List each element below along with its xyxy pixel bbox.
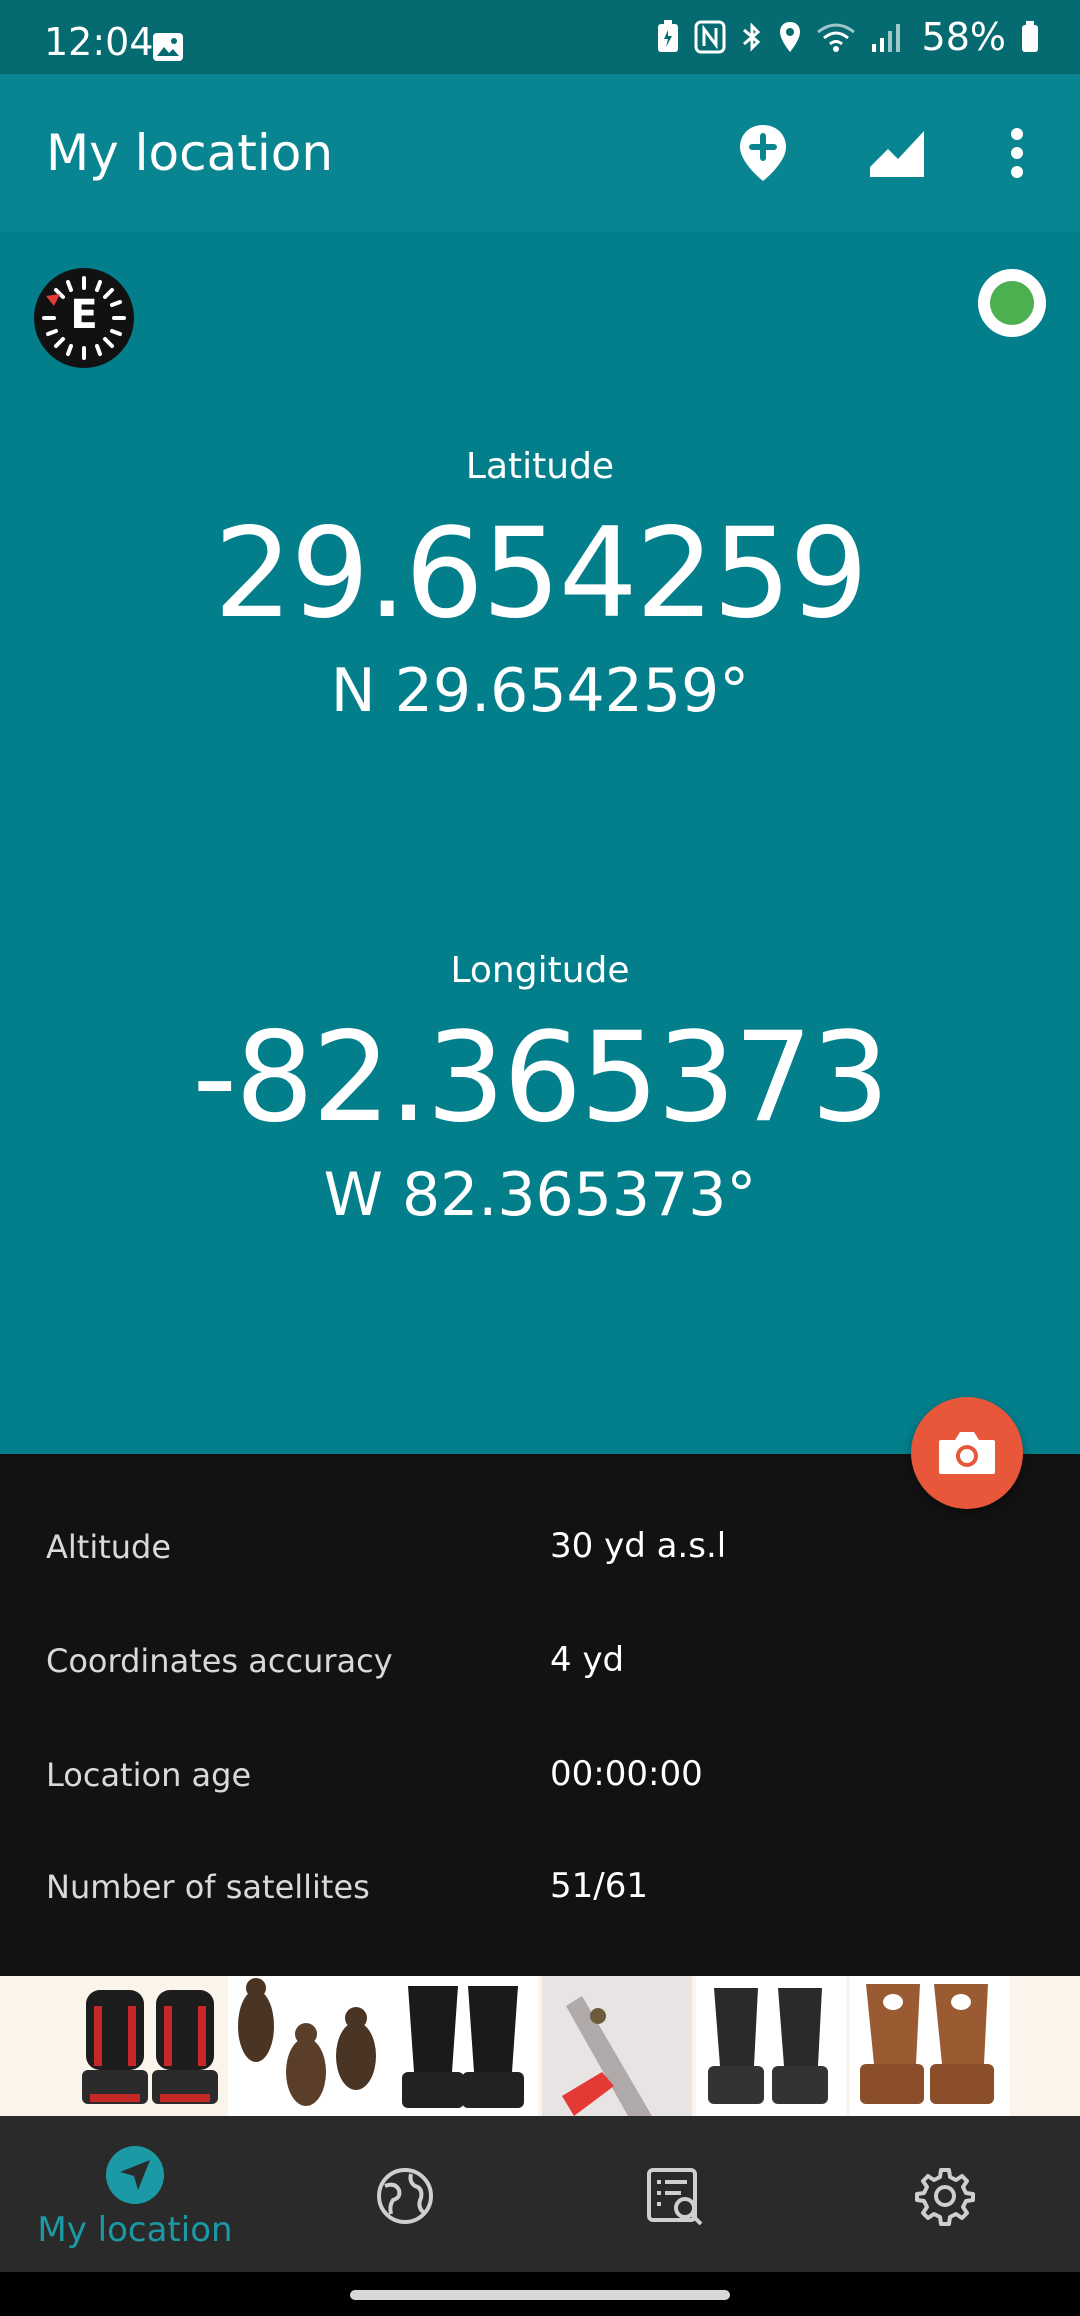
longitude-dms: W 82.365373°: [323, 1160, 757, 1230]
gps-status-dot: [990, 281, 1034, 325]
coordinates-panel: E Latitude 29.654259 N 29.654259° Longit…: [0, 232, 1080, 1454]
wifi-icon: [816, 23, 855, 52]
satellites-value: 51/61: [550, 1866, 648, 1906]
nfc-icon: [694, 20, 726, 54]
globe-icon: [377, 2168, 433, 2224]
list-search-icon: [647, 2168, 703, 2226]
nav-item-my-location[interactable]: My location: [20, 2116, 250, 2272]
ad-image-seats-pair[interactable]: [696, 1976, 846, 2116]
add-location-button[interactable]: [718, 108, 808, 198]
ad-image-black-seats[interactable]: [388, 1976, 538, 2116]
location-age-value: 00:00:00: [550, 1754, 703, 1794]
nav-item-saved-locations[interactable]: [600, 2116, 750, 2272]
nav-label-my-location: My location: [37, 2210, 233, 2250]
accuracy-value: 4 yd: [550, 1640, 625, 1680]
longitude-value[interactable]: -82.365373: [0, 1006, 1080, 1150]
more-vert-icon: [1011, 128, 1023, 178]
camera-button[interactable]: [911, 1397, 1023, 1509]
navigation-arrow-icon: [106, 2146, 164, 2204]
nav-item-settings[interactable]: [870, 2116, 1020, 2272]
altitude-value: 30 yd a.s.l: [550, 1526, 727, 1566]
ad-banner[interactable]: [0, 1976, 1080, 2116]
gesture-handle[interactable]: [350, 2290, 730, 2300]
more-options-button[interactable]: [972, 108, 1062, 198]
location-pin-icon: [779, 22, 800, 52]
status-bar: 12:04 58%: [0, 0, 1080, 74]
status-icons: 58%: [656, 14, 1040, 60]
altitude-label: Altitude: [46, 1528, 172, 1566]
nav-item-map[interactable]: [330, 2116, 480, 2272]
latitude-dms: N 29.654259°: [330, 656, 750, 726]
ad-image-seat-rail[interactable]: [542, 1976, 692, 2116]
camera-icon: [939, 1432, 995, 1474]
compass-heading: E: [70, 292, 98, 338]
battery-icon: [1022, 21, 1038, 52]
latitude-label: Latitude: [465, 446, 615, 487]
signal-icon: [871, 24, 900, 52]
battery-saver-icon: [657, 20, 678, 52]
latitude-value[interactable]: 29.654259: [0, 502, 1080, 646]
battery-percentage: 58%: [921, 15, 1006, 59]
location-age-label: Location age: [46, 1756, 252, 1794]
page-title: My location: [46, 124, 334, 182]
elevation-chart-icon: [868, 127, 926, 177]
accuracy-label: Coordinates accuracy: [46, 1642, 393, 1680]
longitude-label: Longitude: [450, 950, 630, 991]
gallery-notification-icon: [153, 33, 183, 61]
gear-icon: [915, 2168, 975, 2226]
ad-image-racing-seats-red[interactable]: [78, 1976, 228, 2116]
location-details: Altitude 30 yd a.s.l Coordinates accurac…: [0, 1454, 1080, 1976]
compass-icon[interactable]: E: [34, 268, 134, 368]
bluetooth-icon: [742, 22, 760, 52]
app-bar: My location: [0, 74, 1080, 232]
satellites-label: Number of satellites: [46, 1868, 370, 1906]
add-location-icon: [740, 125, 786, 181]
status-time: 12:04: [44, 20, 154, 64]
ad-image-bears[interactable]: [228, 1976, 388, 2116]
gps-status-indicator[interactable]: [978, 269, 1046, 337]
elevation-chart-button[interactable]: [852, 108, 942, 198]
bottom-navigation: My location: [0, 2116, 1080, 2272]
ad-image-brown-seats[interactable]: [850, 1976, 1010, 2116]
